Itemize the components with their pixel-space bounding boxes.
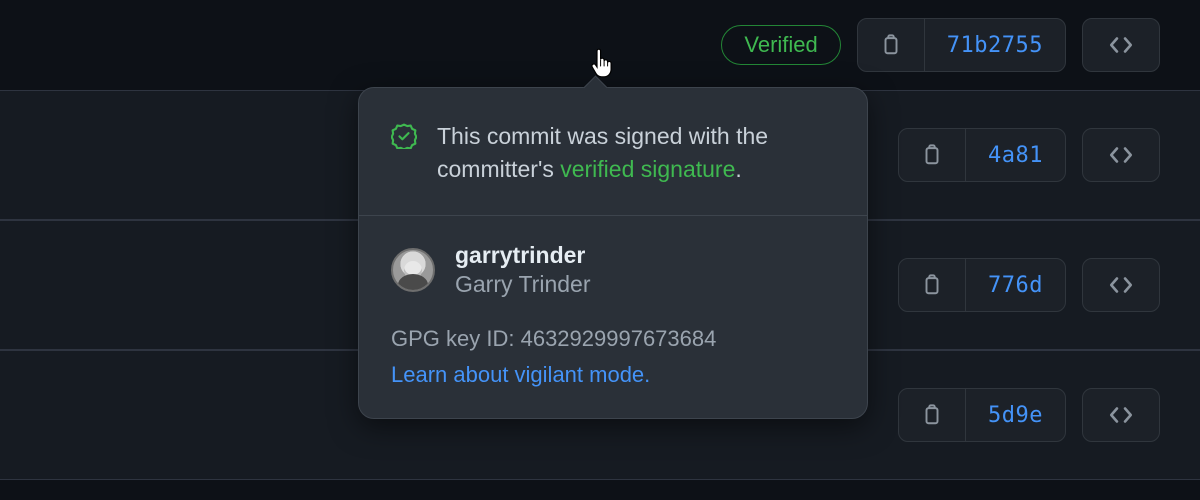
- commit-hash-link[interactable]: 71b2755: [924, 19, 1065, 71]
- commit-hash-link[interactable]: 4a81: [965, 129, 1065, 181]
- clipboard-icon: [921, 144, 943, 166]
- signer-username[interactable]: garrytrinder: [455, 242, 590, 269]
- commit-hash-group: 5d9e: [898, 388, 1066, 442]
- popover-body: garrytrinder Garry Trinder GPG key ID: 4…: [359, 216, 867, 418]
- verified-signature-text: verified signature: [560, 156, 735, 182]
- copy-hash-button[interactable]: [899, 389, 965, 441]
- signer-fullname: Garry Trinder: [455, 271, 590, 298]
- commit-hash-link[interactable]: 776d: [965, 259, 1065, 311]
- browse-code-button[interactable]: [1082, 258, 1160, 312]
- popover-header: This commit was signed with the committe…: [359, 88, 867, 216]
- avatar: [391, 248, 435, 292]
- verified-shield-icon: [391, 123, 417, 154]
- popover-message: This commit was signed with the committe…: [437, 120, 835, 187]
- copy-hash-button[interactable]: [899, 259, 965, 311]
- browse-code-button[interactable]: [1082, 18, 1160, 72]
- gpg-key-id: 4632929997673684: [521, 326, 717, 351]
- clipboard-icon: [921, 274, 943, 296]
- commit-hash-link[interactable]: 5d9e: [965, 389, 1065, 441]
- clipboard-icon: [880, 34, 902, 56]
- verified-badge[interactable]: Verified: [721, 25, 840, 65]
- browse-code-button[interactable]: [1082, 128, 1160, 182]
- gpg-key-line: GPG key ID: 4632929997673684: [391, 326, 835, 352]
- verified-popover: This commit was signed with the committe…: [358, 87, 868, 419]
- commit-hash-group: 71b2755: [857, 18, 1066, 72]
- code-icon: [1108, 272, 1134, 298]
- signer-info: garrytrinder Garry Trinder: [391, 242, 835, 298]
- gpg-key-label: GPG key ID:: [391, 326, 521, 351]
- code-icon: [1108, 402, 1134, 428]
- signer-names: garrytrinder Garry Trinder: [455, 242, 590, 298]
- copy-hash-button[interactable]: [858, 19, 924, 71]
- code-icon: [1108, 32, 1134, 58]
- commit-row: Verified 71b2755: [0, 0, 1200, 90]
- browse-code-button[interactable]: [1082, 388, 1160, 442]
- code-icon: [1108, 142, 1134, 168]
- learn-vigilant-mode-link[interactable]: Learn about vigilant mode.: [391, 362, 835, 388]
- copy-hash-button[interactable]: [899, 129, 965, 181]
- commit-hash-group: 776d: [898, 258, 1066, 312]
- popover-msg-post: .: [735, 156, 741, 182]
- clipboard-icon: [921, 404, 943, 426]
- commit-hash-group: 4a81: [898, 128, 1066, 182]
